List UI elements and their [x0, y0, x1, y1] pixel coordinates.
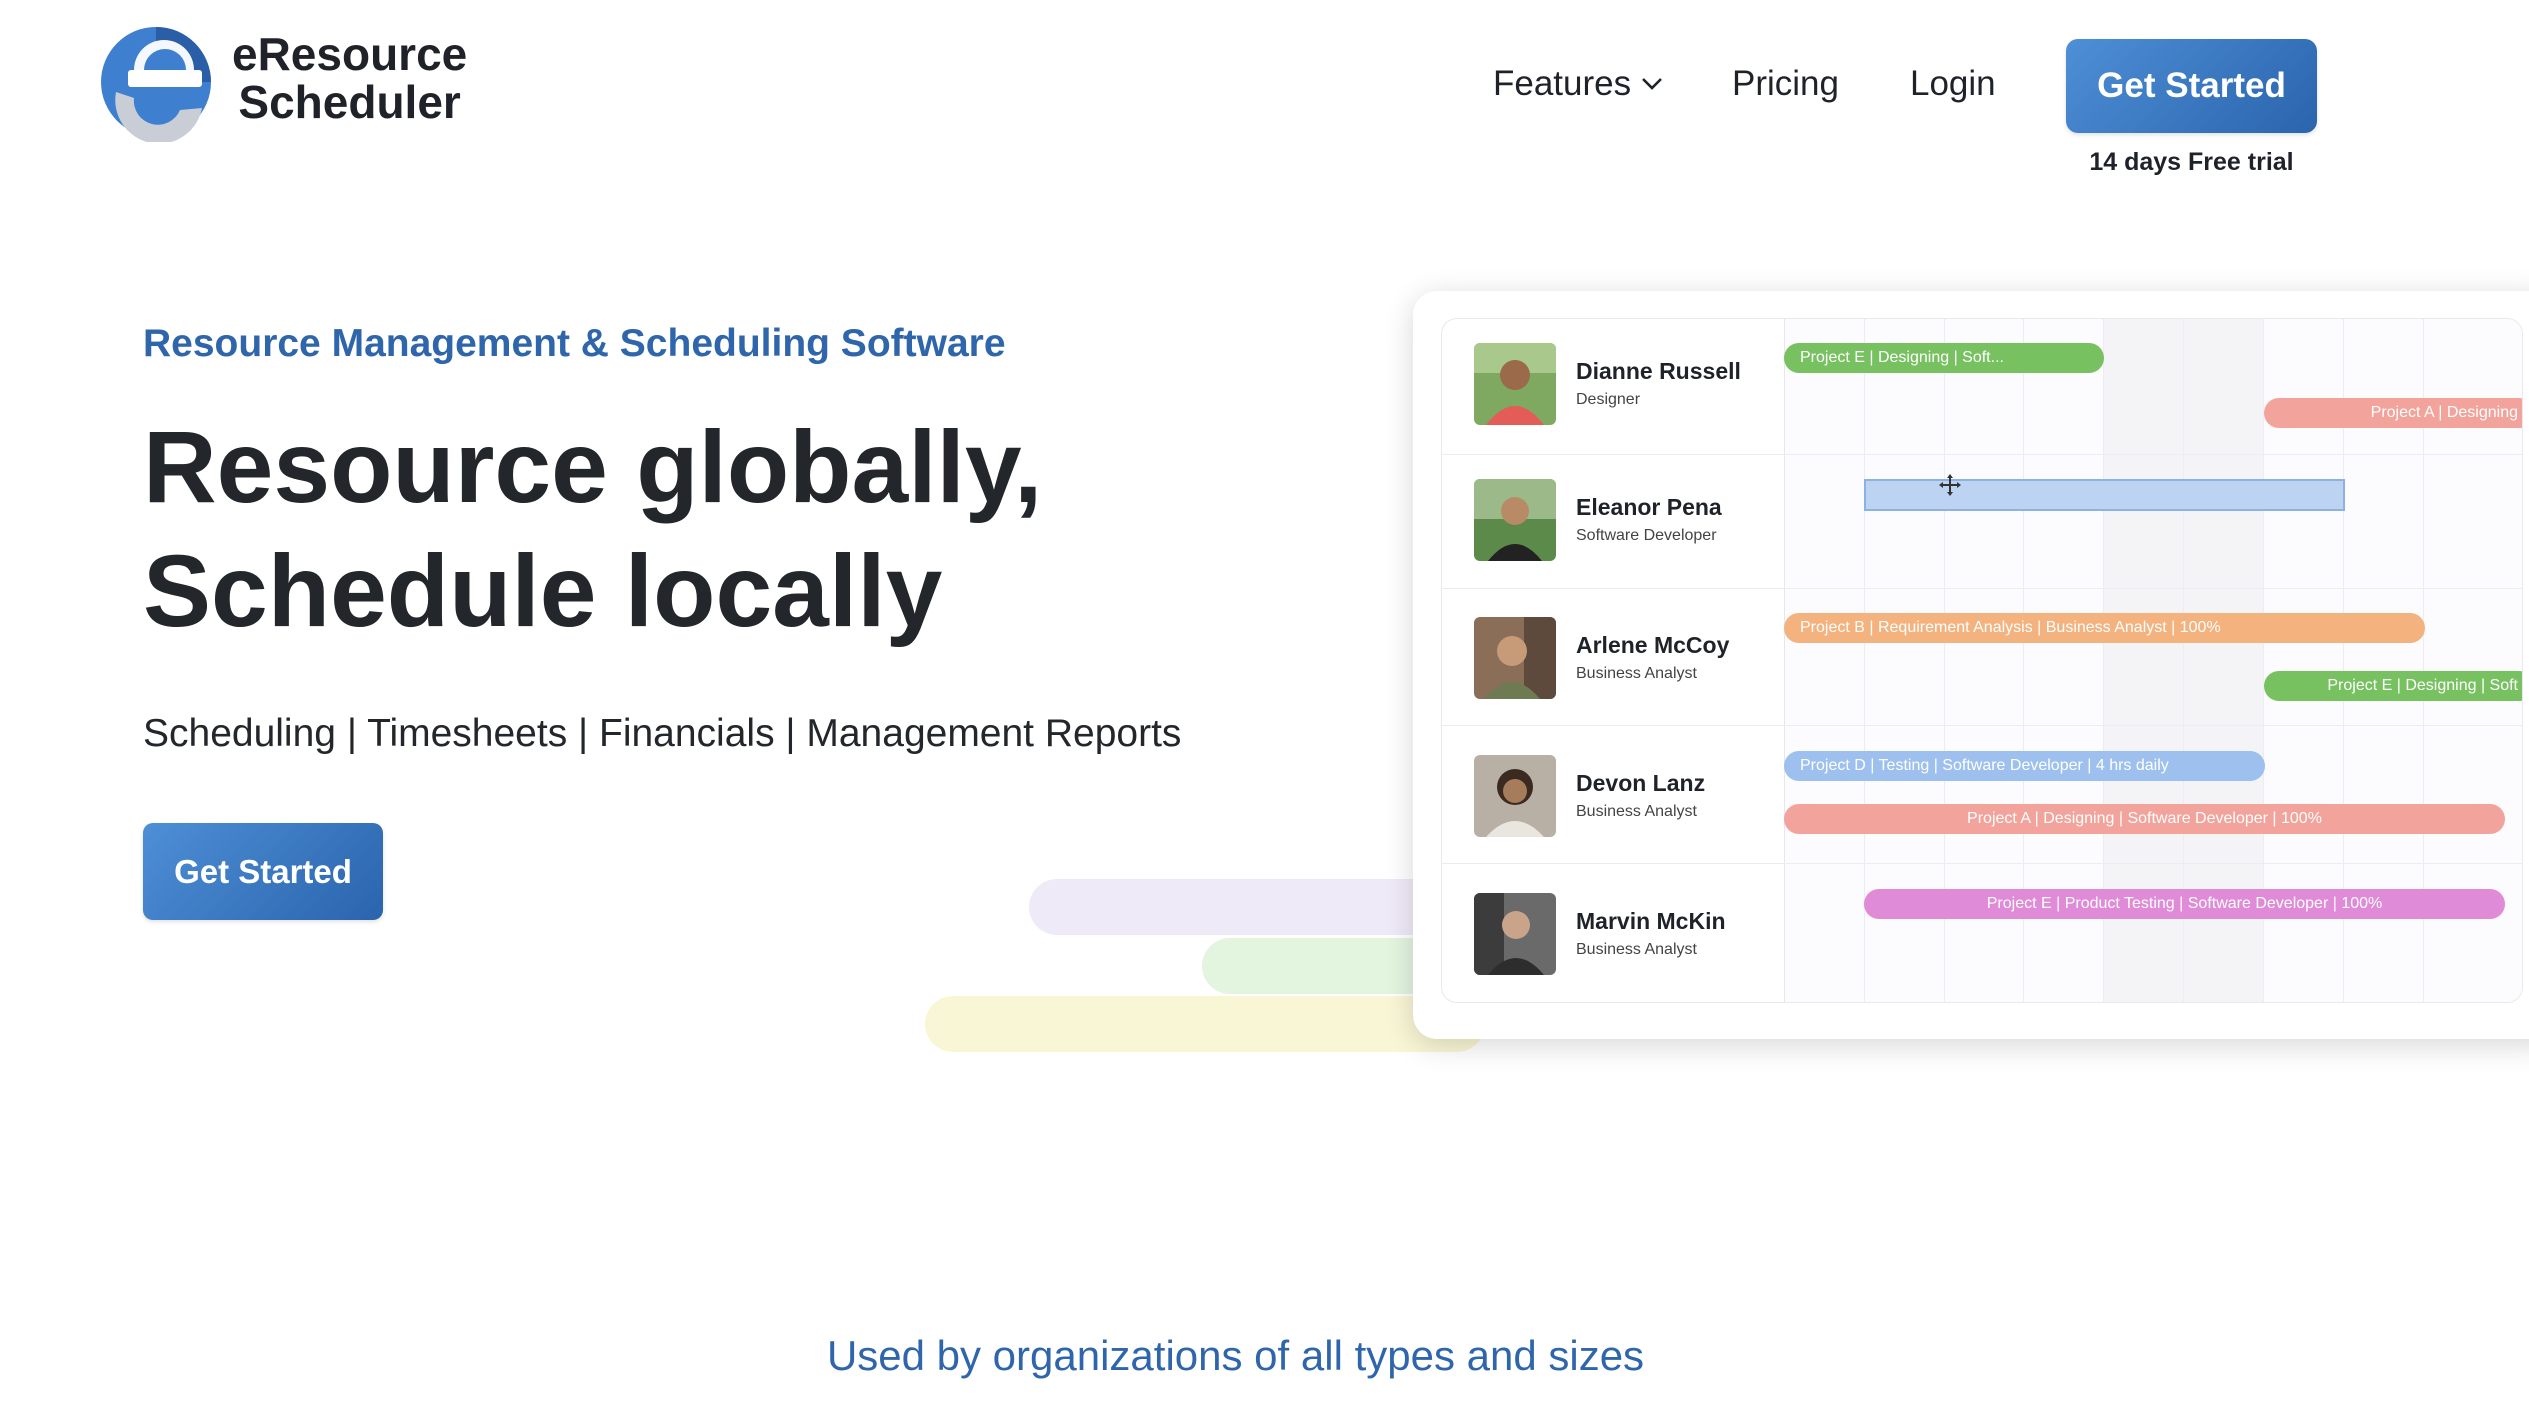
avatar [1474, 893, 1556, 975]
hero-headline: Resource globally, Schedule locally [143, 405, 1042, 653]
move-cursor-icon [1939, 474, 1961, 496]
drag-selection-bar[interactable] [1864, 479, 2345, 511]
task-bar[interactable]: Project B | Requirement Analysis | Busin… [1784, 613, 2425, 643]
decor-bar-yellow [925, 996, 1485, 1052]
avatar [1474, 343, 1556, 425]
avatar [1474, 479, 1556, 561]
hero-features-line: Scheduling | Timesheets | Financials | M… [143, 712, 1182, 755]
resource-role: Designer [1576, 391, 1641, 408]
nav-pricing-link[interactable]: Pricing [1732, 64, 1839, 104]
resource-row[interactable]: Arlene McCoy Business Analyst [1474, 617, 1729, 699]
grid-row-line [1442, 863, 2522, 864]
resource-row[interactable]: Devon Lanz Business Analyst [1474, 755, 1705, 837]
resource-role: Software Developer [1576, 527, 1717, 544]
task-bar[interactable]: Project E | Designing | Soft... [1784, 343, 2104, 373]
grid-row-line [1442, 725, 2522, 726]
task-bar[interactable]: Project E | Designing | Soft [2264, 671, 2522, 701]
resource-role: Business Analyst [1576, 803, 1697, 820]
hero-get-started-button[interactable]: Get Started [143, 823, 383, 920]
resource-name: Devon Lanz [1576, 770, 1706, 796]
task-bar[interactable]: Project D | Testing | Software Developer… [1784, 751, 2265, 781]
task-bar[interactable]: Project A | Designing | Software Develop… [1784, 804, 2505, 834]
nav-features-label: Features [1493, 64, 1632, 103]
scheduler-grid: Dianne Russell Designer Eleanor Pena Sof… [1441, 318, 2523, 1003]
free-trial-note: 14 days Free trial [2089, 148, 2294, 176]
grid-row-line [1442, 454, 2522, 455]
task-bar[interactable]: Project A | Designing [2264, 398, 2522, 428]
nav-features-menu[interactable]: Features [1493, 64, 1663, 104]
used-by-heading: Used by organizations of all types and s… [826, 1332, 1645, 1379]
grid-column-line [1784, 319, 1785, 1002]
headline-line-2: Schedule locally [143, 534, 943, 648]
brand-name[interactable]: eResource Scheduler [232, 30, 467, 126]
resource-row[interactable]: Marvin McKin Business Analyst [1474, 893, 1726, 975]
nav-login-link[interactable]: Login [1910, 64, 1996, 104]
task-bar[interactable]: Project E | Product Testing | Software D… [1864, 889, 2505, 919]
brand-line-1: eResource [232, 28, 468, 80]
header-get-started-button[interactable]: Get Started [2066, 39, 2317, 133]
resource-role: Business Analyst [1576, 665, 1697, 682]
brand-line-2: Scheduler [238, 76, 461, 128]
chevron-down-icon [1642, 78, 1663, 90]
headline-line-1: Resource globally, [143, 410, 1043, 524]
resource-row[interactable]: Dianne Russell Designer [1474, 343, 1741, 425]
eresource-logo[interactable] [94, 20, 224, 142]
avatar [1474, 617, 1556, 699]
resource-role: Business Analyst [1576, 941, 1697, 958]
resource-row[interactable]: Eleanor Pena Software Developer [1474, 479, 1722, 561]
grid-row-line [1442, 588, 2522, 589]
avatar [1474, 755, 1556, 837]
resource-name: Arlene McCoy [1576, 632, 1730, 658]
resource-name: Eleanor Pena [1576, 494, 1722, 520]
resource-name: Marvin McKin [1576, 908, 1726, 934]
hero-eyebrow: Resource Management & Scheduling Softwar… [143, 322, 1006, 365]
resource-name: Dianne Russell [1576, 358, 1741, 384]
